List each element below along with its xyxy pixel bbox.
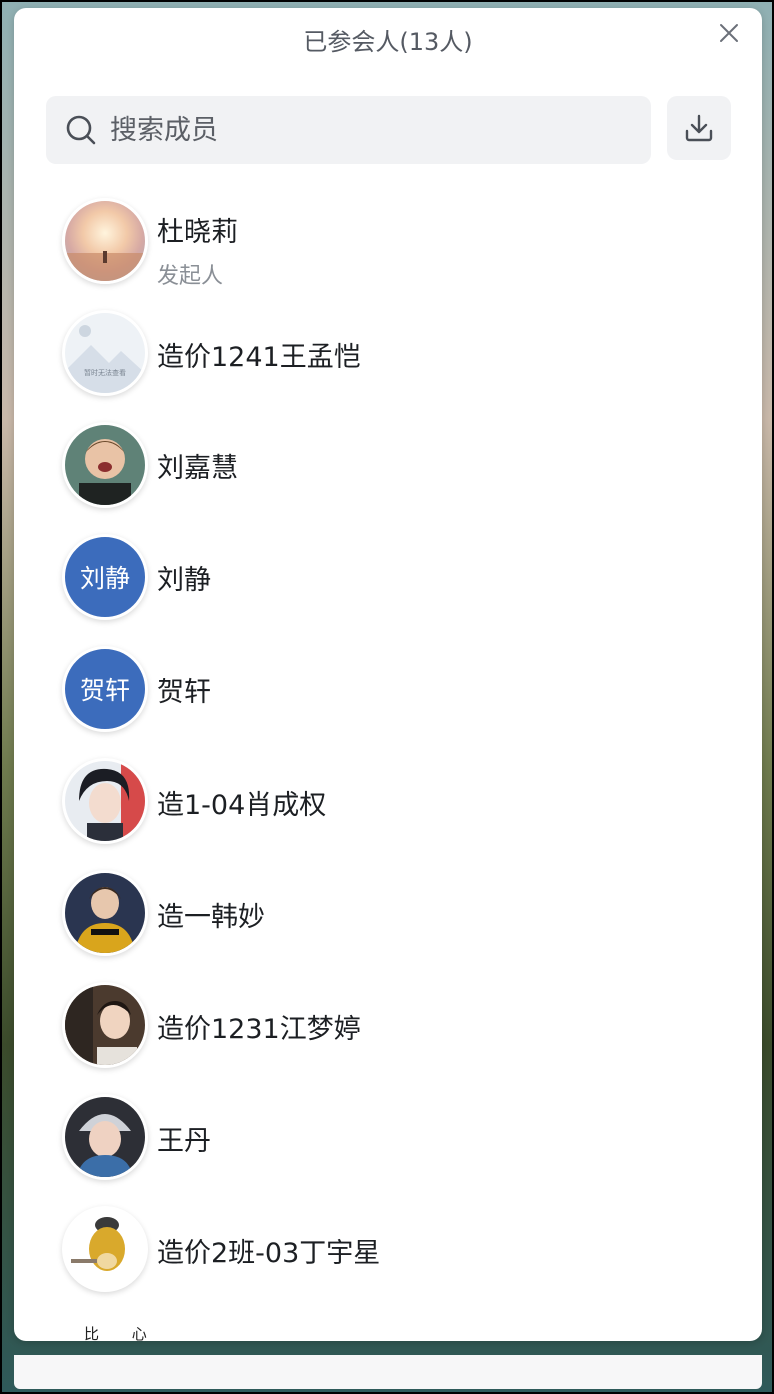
member-row[interactable]: 王丹: [14, 1086, 762, 1198]
search-box[interactable]: [46, 96, 651, 164]
avatar: [62, 1206, 148, 1292]
participants-panel: 已参会人(13人) 杜晓莉 发起人: [14, 8, 762, 1341]
avatar: [62, 198, 148, 284]
avatar: [62, 758, 148, 844]
member-row[interactable]: 杜晓莉 发起人: [14, 190, 762, 302]
member-row[interactable]: 刘静 刘静: [14, 526, 762, 638]
member-name: 杜晓莉: [157, 217, 238, 248]
partial-row-text: 比 心: [84, 1325, 161, 1341]
member-name: 王丹: [157, 1126, 211, 1157]
member-role: 发起人: [157, 264, 224, 289]
avatar: [62, 982, 148, 1068]
search-icon: [66, 115, 96, 145]
member-row[interactable]: 造一韩妙: [14, 862, 762, 974]
member-name: 造1-04肖成权: [157, 790, 327, 821]
underlying-sheet: [14, 1355, 762, 1389]
avatar: [62, 422, 148, 508]
member-name: 造价1241王孟恺: [157, 342, 361, 373]
avatar: [62, 1094, 148, 1180]
avatar-caption: 暂时无法查看: [84, 369, 126, 377]
avatar: 刘静: [62, 534, 148, 620]
avatar: 暂时无法查看: [62, 310, 148, 396]
close-button[interactable]: [716, 20, 742, 46]
download-icon: [685, 114, 713, 142]
member-name: 造价2班-03丁宇星: [157, 1238, 381, 1269]
member-name: 造价1231江梦婷: [157, 1014, 361, 1045]
member-name: 造一韩妙: [157, 902, 265, 933]
download-button[interactable]: [667, 96, 731, 160]
member-row[interactable]: 造价1231江梦婷: [14, 974, 762, 1086]
member-name: 刘嘉慧: [157, 453, 238, 484]
member-row[interactable]: 刘嘉慧: [14, 414, 762, 526]
avatar: [62, 870, 148, 956]
member-row[interactable]: 造价2班-03丁宇星: [14, 1198, 762, 1310]
member-row[interactable]: 贺轩 贺轩: [14, 638, 762, 750]
member-name: 刘静: [157, 565, 211, 596]
panel-title: 已参会人(13人): [303, 28, 473, 56]
search-input[interactable]: [108, 113, 632, 147]
member-list: 杜晓莉 发起人 暂时无法查看 造价1241王孟恺 刘嘉慧 刘静 刘静 贺轩 贺轩…: [14, 190, 762, 1310]
member-name: 贺轩: [157, 677, 211, 708]
member-row[interactable]: 暂时无法查看 造价1241王孟恺: [14, 302, 762, 414]
close-icon: [720, 24, 738, 42]
avatar: 贺轩: [62, 646, 148, 732]
member-row[interactable]: 造1-04肖成权: [14, 750, 762, 862]
